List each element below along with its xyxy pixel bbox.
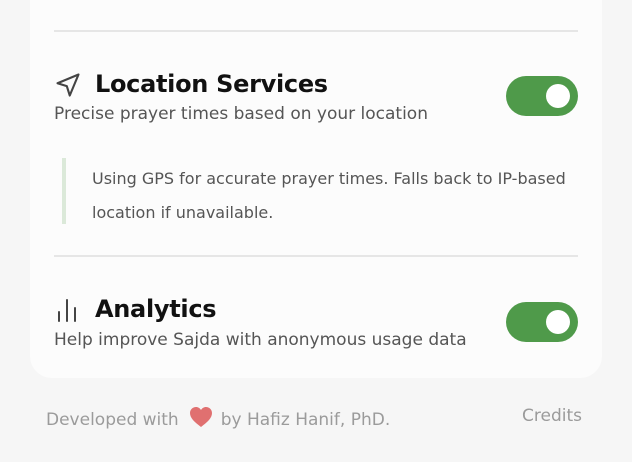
toggle-knob bbox=[546, 310, 570, 334]
navigation-arrow-icon bbox=[54, 71, 82, 103]
toggle-knob bbox=[546, 84, 570, 108]
divider bbox=[54, 255, 578, 257]
location-services-description: Precise prayer times based on your locat… bbox=[54, 104, 428, 124]
developed-with-text: Developed with bbox=[46, 409, 179, 430]
analytics-toggle[interactable] bbox=[506, 302, 578, 342]
location-info-note: Using GPS for accurate prayer times. Fal… bbox=[62, 158, 576, 224]
credits-link[interactable]: Credits bbox=[522, 406, 582, 426]
bar-chart-icon bbox=[54, 297, 80, 327]
footer-credit-line: Developed with by Hafiz Hanif, PhD. bbox=[46, 406, 390, 433]
analytics-title: Analytics bbox=[95, 295, 217, 323]
location-note-text: Using GPS for accurate prayer times. Fal… bbox=[92, 169, 566, 222]
analytics-description: Help improve Sajda with anonymous usage … bbox=[54, 330, 467, 350]
location-services-title: Location Services bbox=[95, 70, 328, 98]
author-text: by Hafiz Hanif, PhD. bbox=[220, 409, 391, 430]
divider bbox=[54, 30, 578, 32]
location-services-toggle[interactable] bbox=[506, 76, 578, 116]
heart-icon bbox=[189, 406, 213, 433]
